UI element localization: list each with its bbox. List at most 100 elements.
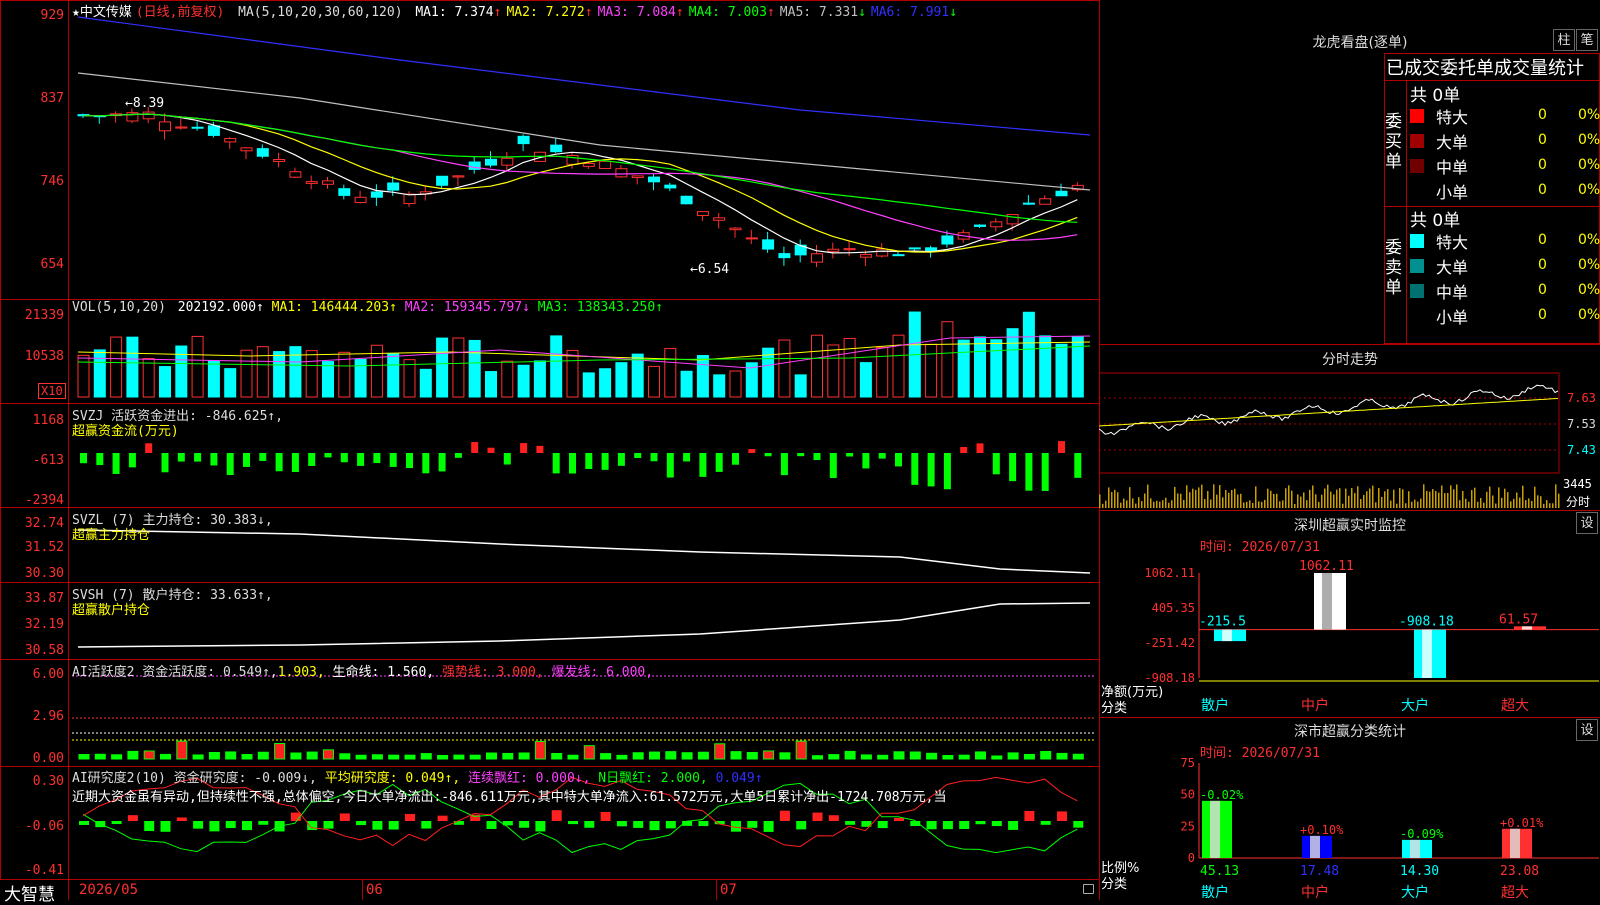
volume-bar: [110, 336, 123, 398]
fund-flow-bar: [552, 453, 560, 474]
intraday-vol-bar: [1132, 498, 1134, 508]
intraday-vol-bar: [1222, 497, 1224, 508]
intraday-vol-bar: [1537, 495, 1539, 508]
activity-bar: [127, 750, 139, 760]
volume-bar: [680, 370, 693, 398]
intraday-vol-bar: [1516, 492, 1518, 508]
intraday-vol-bar: [1324, 488, 1326, 508]
activity-bar: [551, 752, 563, 760]
fund-flow-bar: [650, 453, 658, 462]
fund-flow-bar: [112, 453, 120, 474]
intraday-vol-bar: [1417, 501, 1419, 508]
candle-body: [778, 253, 791, 259]
column-view-button[interactable]: 柱: [1553, 29, 1575, 51]
class-tick-label: 25: [1181, 819, 1195, 833]
buy-rows: 特大 0 0% 大单 0 0% 中单 0 0% 小单 0 0%: [1408, 104, 1600, 204]
fund-flow-bar: [829, 453, 837, 478]
main-chart-canvas[interactable]: [0, 0, 1100, 900]
date-divider-jul: [716, 880, 717, 900]
intraday-vol-bar: [1408, 491, 1410, 508]
research-bar: [405, 813, 415, 821]
candle-body: [941, 235, 954, 245]
ai-active-header: AI活跃度2 资金活跃度: 0.549↑,1.903, 生命线: 1.560, …: [72, 665, 654, 680]
intraday-vol-bar: [1303, 492, 1305, 508]
intraday-vol-bar: [1288, 485, 1290, 508]
activity-bar: [420, 753, 432, 760]
class-category-label: 大户: [1401, 884, 1429, 900]
volume-bar: [175, 345, 188, 398]
high-marker: ←8.39: [125, 96, 165, 111]
volume-bar: [1071, 336, 1084, 398]
candle-body: [207, 125, 220, 136]
ma-value-6: MA6: 7.991: [870, 5, 950, 20]
intraday-vol-bar: [1381, 496, 1383, 508]
fund-flow-bar: [1058, 441, 1065, 453]
candle-body: [599, 160, 612, 169]
candle-body: [974, 224, 986, 227]
volume-bar: [305, 350, 318, 398]
fund-flow-bar: [992, 453, 1000, 475]
volume-bar: [843, 337, 856, 398]
intraday-vol-bar: [1327, 484, 1329, 508]
intraday-vol-bar: [1429, 491, 1431, 508]
buy-row-1: 特大 0 0%: [1408, 104, 1600, 128]
activity-bar: [1056, 752, 1068, 760]
monitor-value-label: -215.5: [1199, 615, 1246, 630]
volume-bar: [501, 360, 514, 398]
candle-body: [289, 171, 302, 178]
vol-ma2-line: [77, 335, 1091, 369]
volume-bar: [354, 358, 367, 398]
intraday-vol-bar: [1102, 503, 1104, 508]
class-title: 深市超赢分类统计: [1294, 724, 1406, 740]
class-category-label: 超大: [1501, 885, 1529, 900]
intraday-vol-bar: [1141, 501, 1143, 508]
volume-bar: [648, 365, 660, 398]
research-bar: [388, 821, 399, 830]
monitor-tick-label: 405.35: [1152, 601, 1195, 615]
volume-bar: [1022, 311, 1035, 398]
activity-bar: [111, 754, 123, 760]
volume-bar: [224, 368, 237, 398]
ma-value-4: MA4: 7.003: [688, 5, 767, 20]
intraday-vol-bar: [1267, 488, 1269, 508]
intraday-vol-bar: [1465, 498, 1467, 508]
intraday-frame: [1099, 372, 1560, 474]
intraday-axis-3: 7.43: [1567, 443, 1596, 457]
activity-bar: [208, 751, 220, 760]
tick-view-button[interactable]: 笔: [1576, 29, 1598, 51]
intraday-vol-bar: [1366, 491, 1368, 508]
volume-bar: [778, 339, 791, 398]
activity-bar: [437, 754, 449, 760]
research-bar: [747, 821, 758, 828]
fund-flow-bar: [471, 442, 479, 453]
intraday-vol-bar: [1510, 501, 1512, 508]
lock-icon[interactable]: [1083, 884, 1094, 894]
volume-bar: [485, 371, 497, 398]
intraday-vol-bar: [1531, 500, 1533, 508]
volume-bar: [811, 334, 823, 398]
fund-flow-bar: [683, 453, 691, 462]
row-name: 大单: [1436, 258, 1469, 277]
activity-bar: [909, 751, 921, 760]
activity-bar: [779, 752, 791, 760]
intraday-vol-bar: [1138, 497, 1140, 508]
monitor-settings-button[interactable]: 设: [1576, 512, 1598, 534]
class-xlabel: 分类: [1101, 877, 1128, 892]
research-bar: [111, 821, 122, 825]
brand-logo[interactable]: 大智慧: [4, 880, 55, 905]
fund-flow-bar: [536, 445, 544, 453]
ai-research-axis-1: 0.30: [32, 774, 64, 789]
research-bar: [535, 821, 546, 832]
ma2-line: [83, 113, 1078, 253]
activity-bar: [763, 750, 775, 760]
intraday-vol-bar: [1384, 491, 1386, 508]
star-icon[interactable]: ★: [72, 5, 80, 20]
vol-ma1-line: [77, 341, 1091, 361]
intraday-vol-bar: [1468, 501, 1470, 508]
candle-body: [664, 184, 677, 189]
intraday-vol-bar: [1300, 496, 1302, 508]
period-label[interactable]: (日线,前复权): [136, 5, 224, 20]
candle-body: [175, 126, 188, 129]
intraday-chart[interactable]: [1099, 370, 1600, 510]
class-settings-button[interactable]: 设: [1576, 719, 1598, 741]
